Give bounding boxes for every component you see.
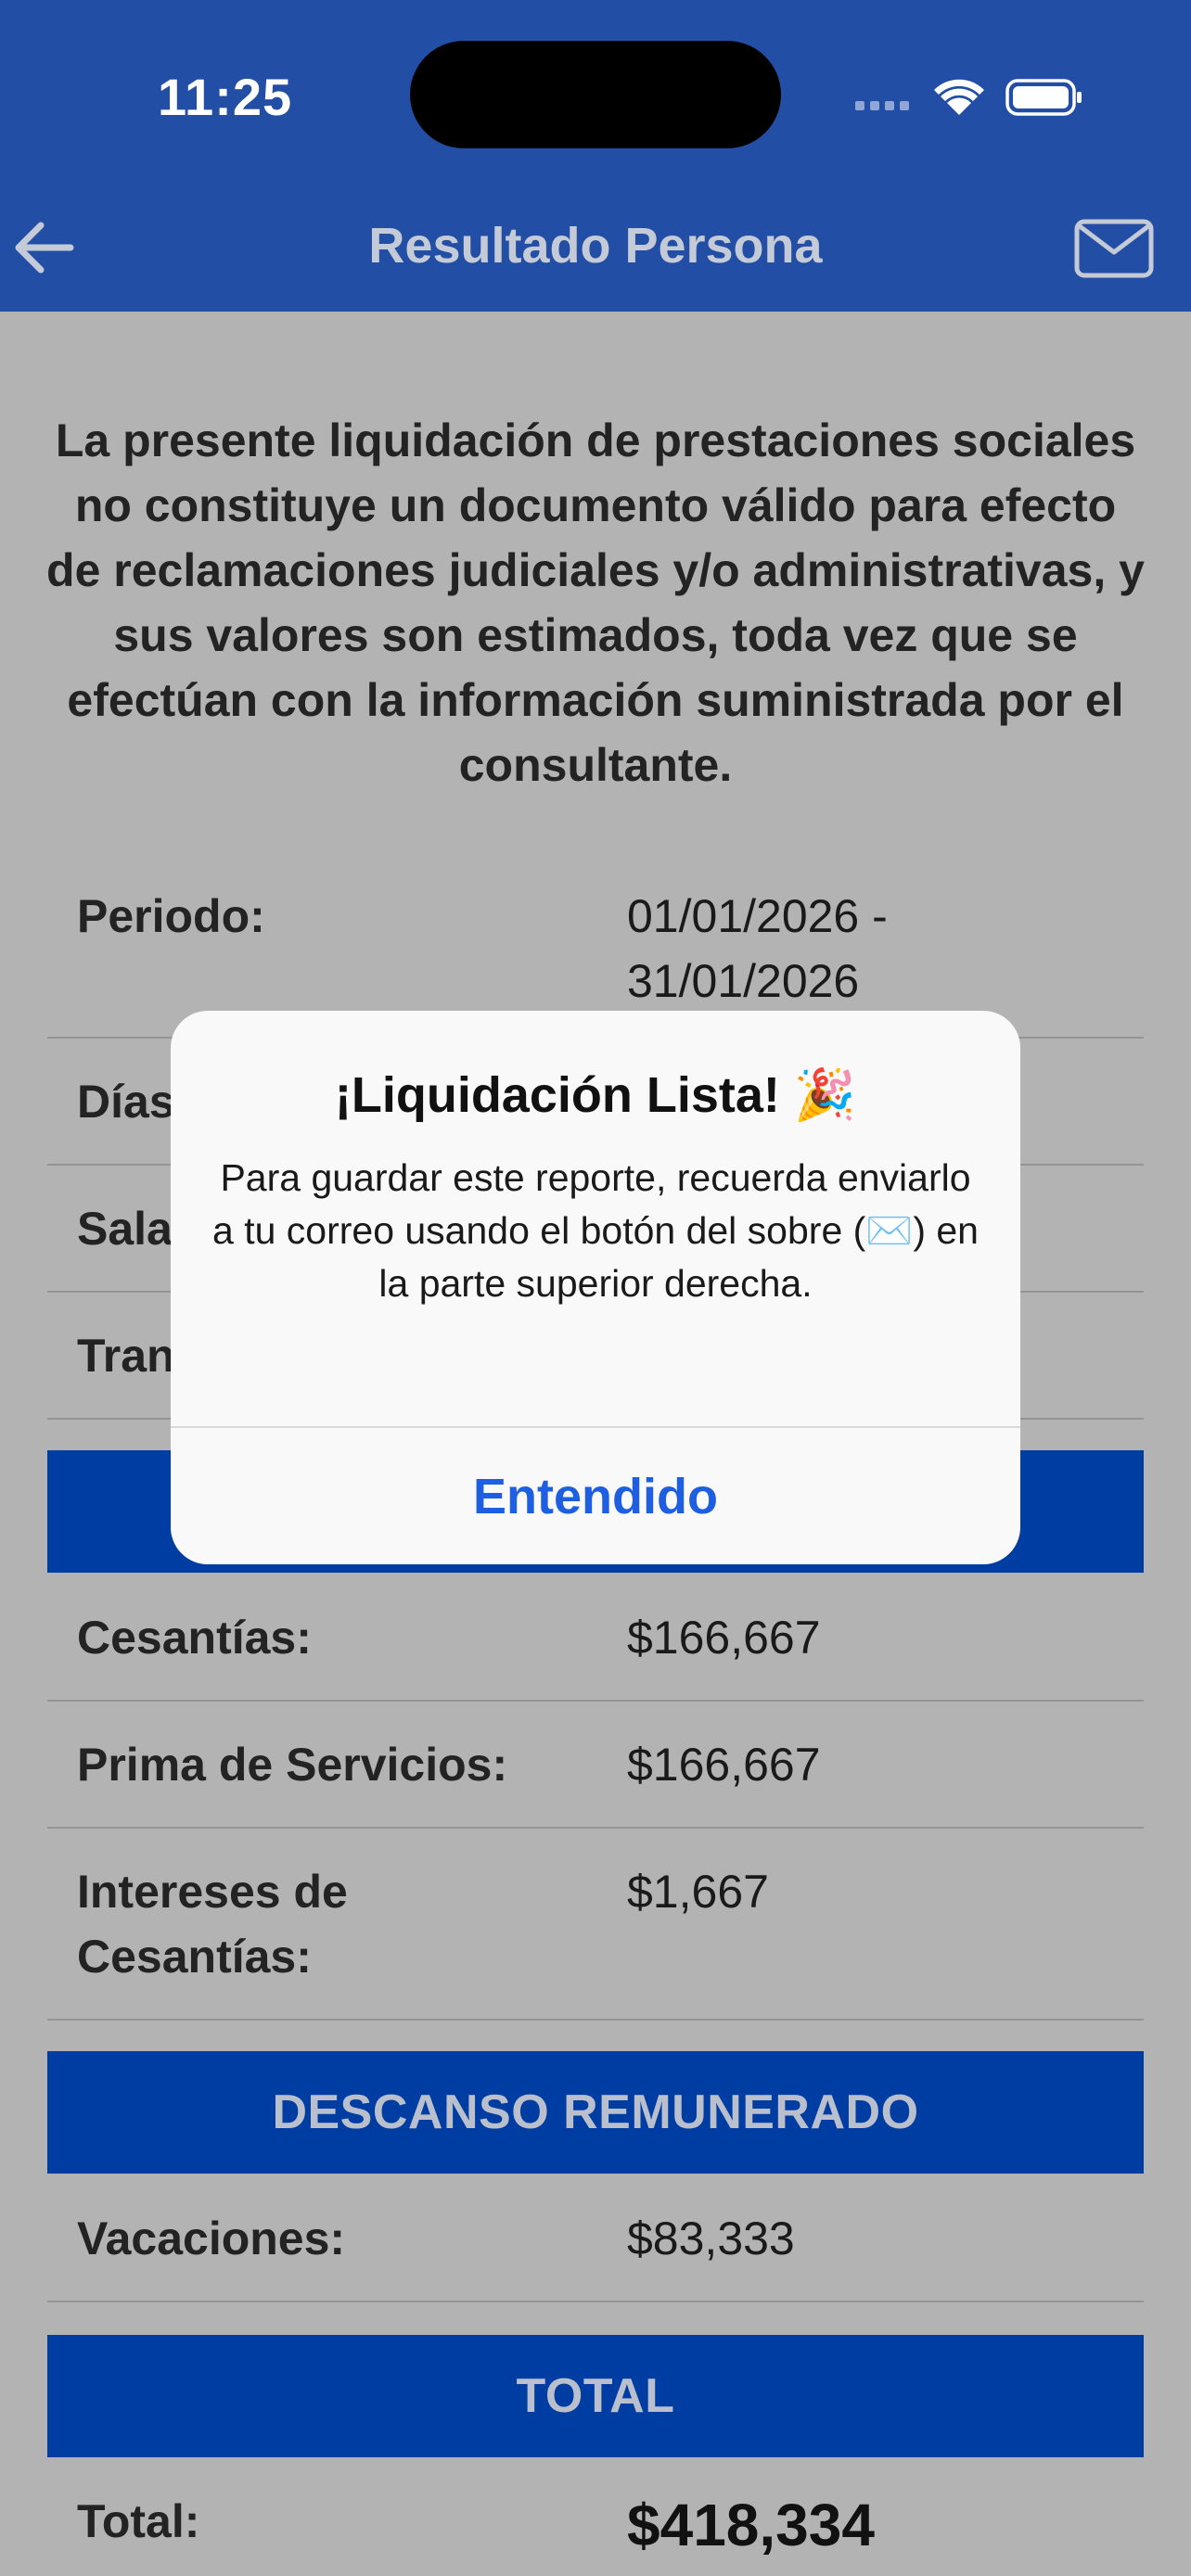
row-intereses-cesantias: Intereses de Cesantías: $1,667 [47, 1829, 1144, 2021]
row-label: Días [77, 1076, 175, 1128]
status-time: 11:25 [158, 68, 293, 126]
row-label: Periodo: [77, 890, 265, 942]
periodo-end: 31/01/2026 [627, 955, 860, 1007]
row-label: Sala [77, 1203, 173, 1255]
row-cesantias: Cesantías: $166,667 [47, 1575, 1144, 1702]
row-vacaciones: Vacaciones: $83,333 [47, 2175, 1144, 2302]
mail-envelope-icon[interactable] [1074, 219, 1154, 278]
row-value: $83,333 [627, 2213, 795, 2264]
dynamic-island [410, 41, 781, 148]
page-title: Resultado Persona [368, 218, 823, 274]
periodo-start: 01/01/2026 - [627, 890, 888, 942]
section-header-total: TOTAL [47, 2335, 1144, 2457]
battery-icon [1005, 79, 1082, 116]
row-label: Prima de Servicios: [77, 1739, 508, 1791]
row-total: Total: $418,334 [47, 2457, 1144, 2576]
row-prima-servicios: Prima de Servicios: $166,667 [47, 1702, 1144, 1829]
cellular-signal-icon [855, 101, 909, 110]
alert-dialog: ¡Liquidación Lista! 🎉 Para guardar este … [171, 1011, 1020, 1564]
row-label: Total: [77, 2495, 200, 2547]
row-value: $1,667 [627, 1866, 769, 1918]
status-icons [855, 79, 1082, 116]
top-bar: 11:25 Resultado Persona [0, 0, 1191, 312]
row-label: Vacaciones: [77, 2213, 346, 2264]
alert-message: Para guardar este reporte, recuerda envi… [212, 1156, 979, 1305]
row-label: Tran [77, 1330, 175, 1382]
alert-title: ¡Liquidación Lista! 🎉 [334, 1067, 857, 1123]
row-value: 01/01/2026 - 31/01/2026 [627, 884, 888, 1014]
row-value: $166,667 [627, 1739, 821, 1791]
entendido-button[interactable]: Entendido [171, 1428, 1020, 1564]
disclaimer-text: La presente liquidación de prestaciones … [46, 414, 1145, 791]
section-header-descanso: DESCANSO REMUNERADO [47, 2051, 1144, 2174]
row-label: Intereses de Cesantías: [77, 1859, 348, 1989]
wifi-icon [934, 79, 984, 115]
label-line: Cesantías: [77, 1931, 312, 1983]
total-value: $418,334 [627, 2492, 875, 2558]
label-line: Intereses de [77, 1866, 348, 1918]
row-value: $166,667 [627, 1612, 821, 1664]
row-label: Cesantías: [77, 1612, 312, 1664]
